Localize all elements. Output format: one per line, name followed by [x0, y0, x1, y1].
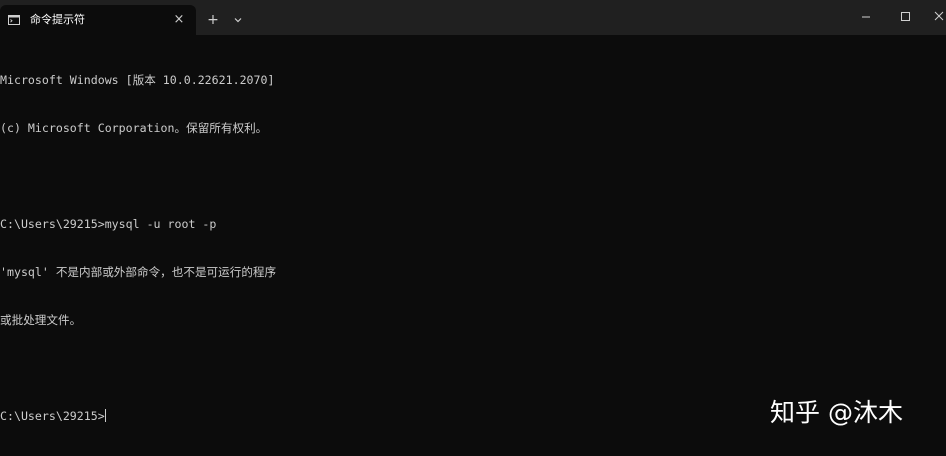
console-line: 或批处理文件。 — [0, 313, 82, 327]
close-tab-button[interactable]: × — [172, 13, 186, 27]
close-window-button[interactable] — [926, 6, 946, 28]
console-prompt: C:\Users\29215> — [0, 409, 105, 423]
minimize-button[interactable] — [853, 6, 879, 28]
text-cursor — [104, 409, 106, 422]
watermark: 知乎 @沐木 — [770, 398, 903, 427]
chevron-down-icon[interactable] — [230, 12, 246, 28]
tab-command-prompt[interactable]: 命令提示符 × — [0, 5, 196, 35]
tab-title: 命令提示符 — [30, 13, 85, 26]
terminal-icon — [8, 15, 20, 25]
console-line: C:\Users\29215>mysql -u root -p — [0, 217, 217, 231]
console-line: Microsoft Windows [版本 10.0.22621.2070] — [0, 73, 275, 87]
title-bar: 命令提示符 × + — [0, 0, 946, 35]
console-line: 'mysql' 不是内部或外部命令，也不是可运行的程序 — [0, 265, 277, 279]
console-line: (c) Microsoft Corporation。保留所有权利。 — [0, 121, 268, 135]
terminal-window: 命令提示符 × + Microsoft Windows [版本 10.0.226… — [0, 0, 946, 456]
new-tab-button[interactable]: + — [205, 12, 221, 28]
maximize-button[interactable] — [892, 6, 918, 28]
console-output[interactable]: Microsoft Windows [版本 10.0.22621.2070] (… — [0, 40, 946, 456]
